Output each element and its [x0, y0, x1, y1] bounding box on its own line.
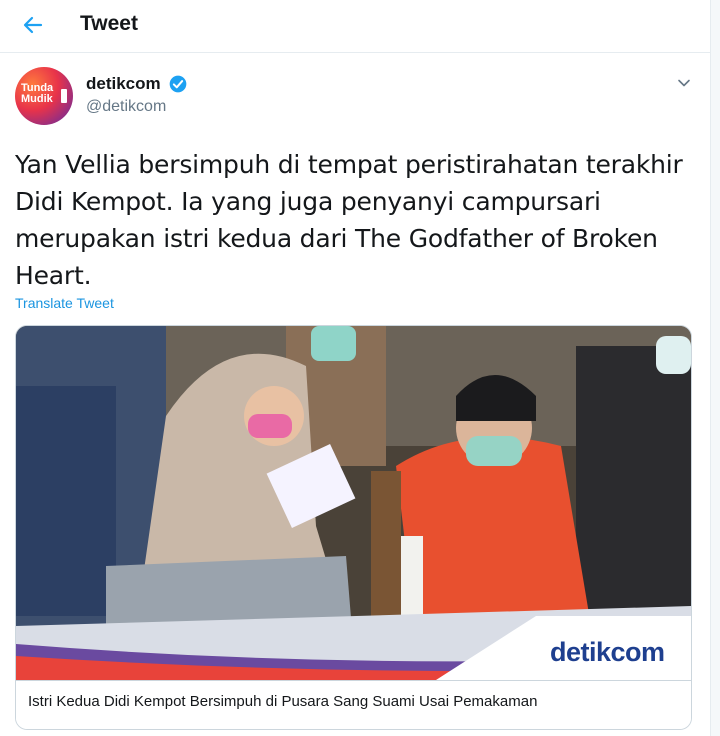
arrow-left-icon: [23, 16, 43, 34]
tweet-text: Yan Vellia bersimpuh di tempat peristira…: [15, 150, 683, 290]
page-title: Tweet: [80, 12, 138, 35]
link-card[interactable]: detikcom Istri Kedua Didi Kempot Bersimp…: [15, 325, 692, 730]
scrollbar[interactable]: [710, 0, 720, 736]
back-button[interactable]: [14, 8, 52, 42]
translate-tweet-link[interactable]: Translate Tweet: [15, 295, 114, 311]
author-name[interactable]: detikcom: [86, 74, 161, 94]
chevron-down-icon: [678, 79, 690, 87]
verified-badge-icon: [169, 75, 187, 93]
top-bar: Tweet: [0, 0, 710, 53]
more-options-button[interactable]: [672, 72, 696, 94]
avatar[interactable]: Tunda Mudik: [15, 67, 73, 125]
avatar-mark: [61, 89, 67, 103]
card-photo: [16, 326, 691, 680]
author-handle[interactable]: @detikcom: [86, 98, 166, 116]
card-caption: Istri Kedua Didi Kempot Bersimpuh di Pus…: [16, 680, 691, 729]
card-logo-text: detikcom: [550, 637, 665, 667]
